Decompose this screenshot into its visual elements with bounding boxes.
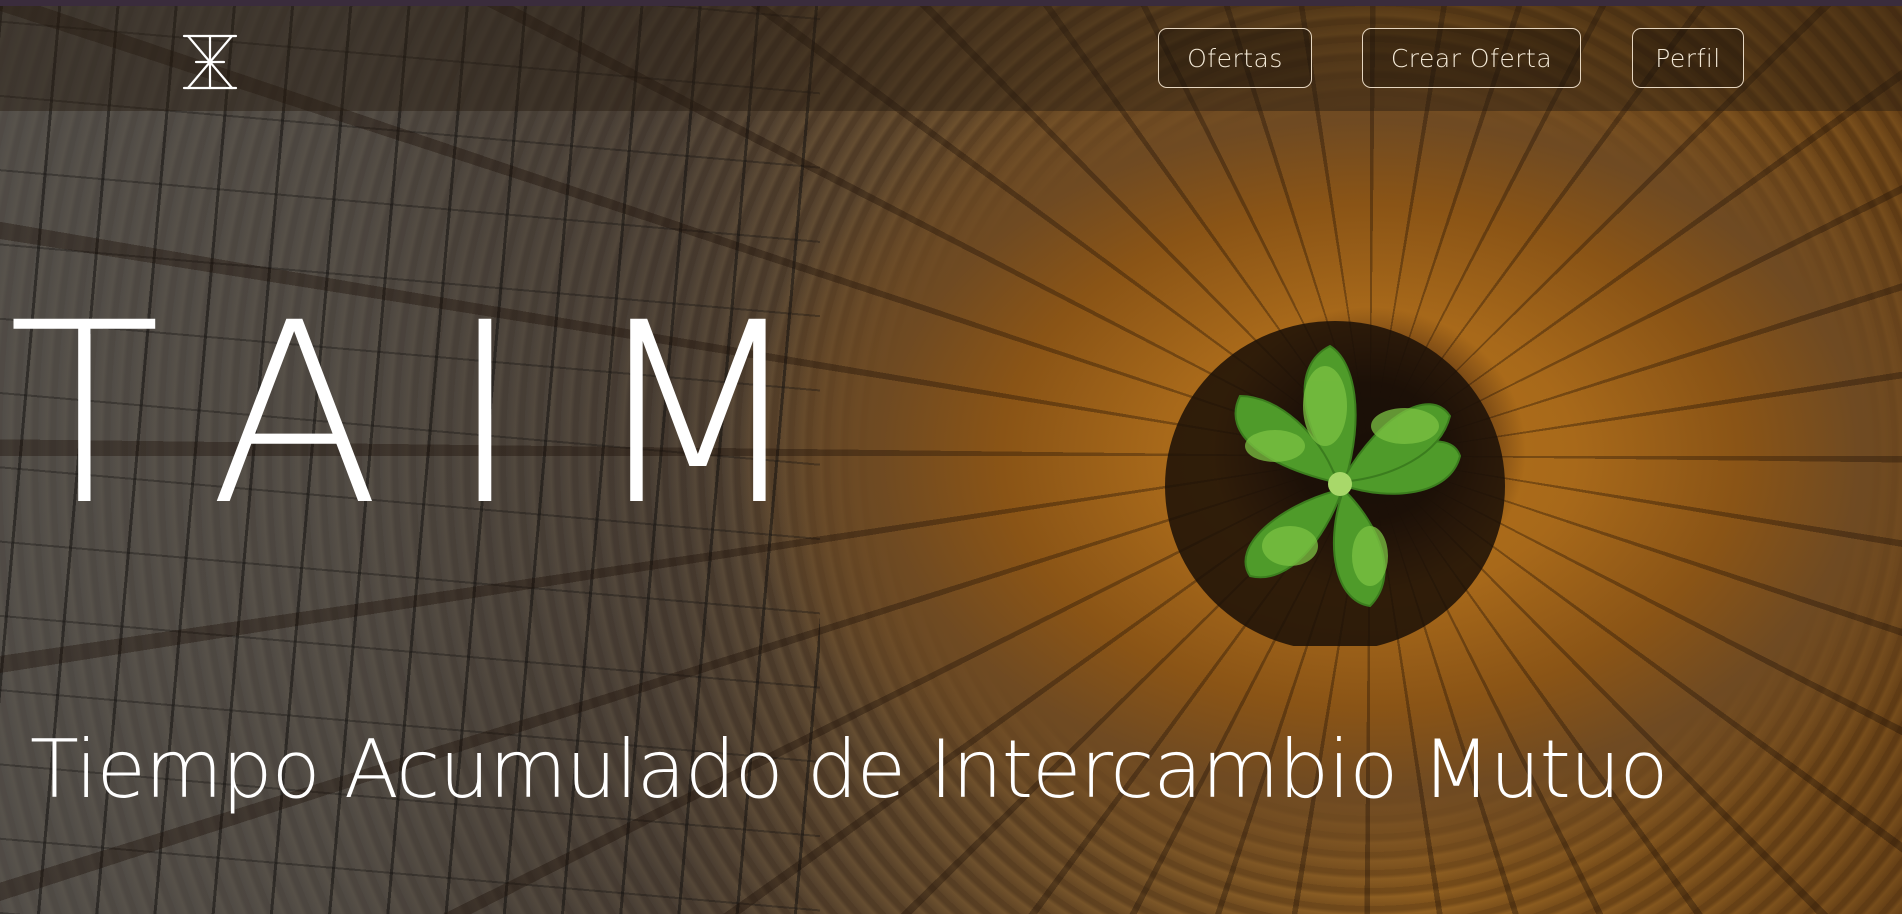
ofertas-button[interactable]: Ofertas	[1158, 28, 1312, 88]
crear-oferta-button[interactable]: Crear Oferta	[1362, 28, 1581, 88]
taim-logo-icon[interactable]	[180, 30, 240, 94]
sprout-image	[1165, 321, 1505, 646]
hero-subtitle: Tiempo Acumulado de Intercambio Mutuo	[30, 723, 1668, 816]
perfil-button[interactable]: Perfil	[1632, 28, 1744, 88]
hero-title: TAIM	[8, 269, 874, 560]
top-navbar: Ofertas Crear Oferta Perfil	[0, 6, 1902, 111]
